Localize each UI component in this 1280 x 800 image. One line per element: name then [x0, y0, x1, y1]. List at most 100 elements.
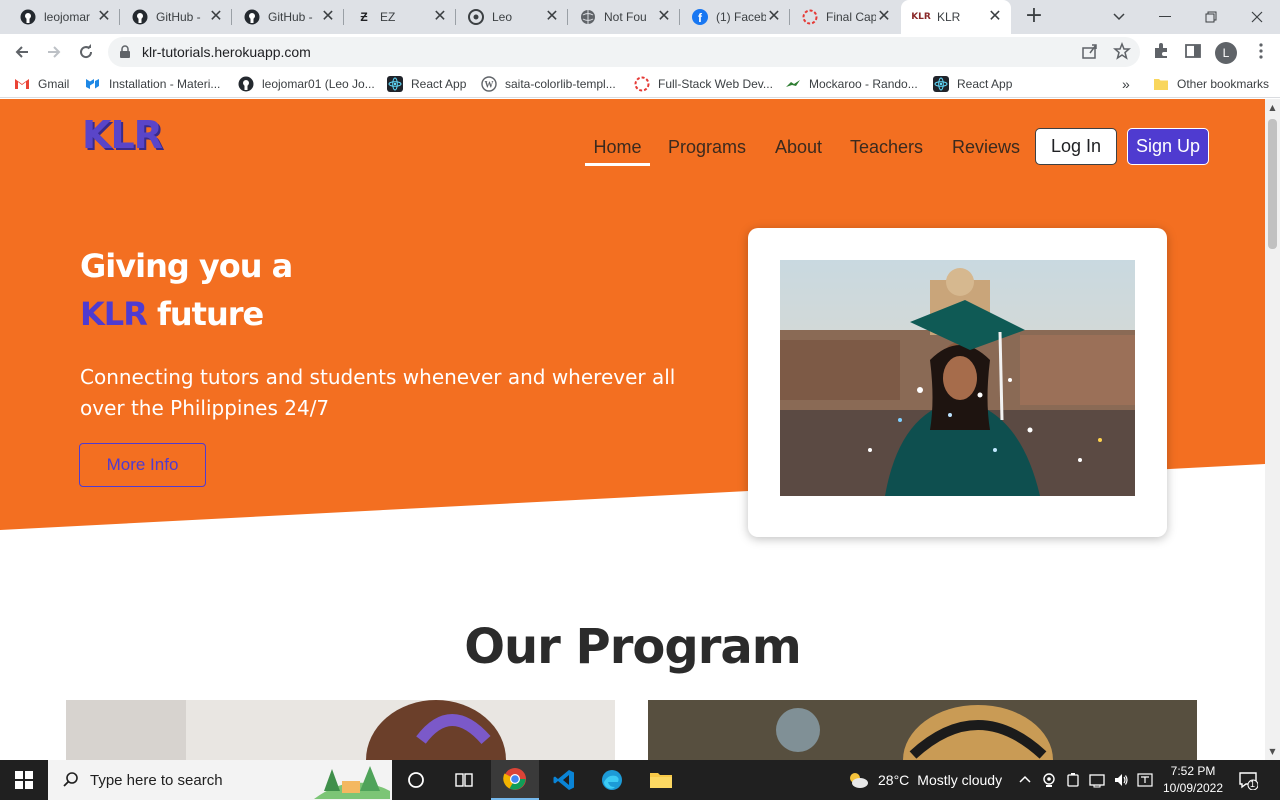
search-highlight-illustration: [314, 766, 390, 799]
more-info-button[interactable]: More Info: [79, 443, 206, 487]
bookmark-star-icon[interactable]: [1113, 41, 1133, 62]
weather-widget[interactable]: 28°C Mostly cloudy: [846, 760, 1002, 800]
loading-icon: [802, 9, 818, 25]
tab-7[interactable]: f (1) Faceb ✕: [680, 0, 790, 34]
nav-home[interactable]: Home: [585, 128, 650, 166]
signup-button[interactable]: Sign Up: [1127, 128, 1209, 165]
close-icon[interactable]: ✕: [656, 9, 672, 25]
klr-icon: KLR: [911, 12, 931, 22]
bookmarks-bar: Gmail Installation - Materi... leojomar0…: [0, 70, 1280, 98]
program-card-image-2[interactable]: [648, 700, 1197, 760]
close-icon[interactable]: ✕: [766, 9, 782, 25]
tab-klr-active[interactable]: KLR KLR ✕: [901, 0, 1011, 34]
close-icon[interactable]: ✕: [208, 9, 224, 25]
bookmark-react-app-1[interactable]: React App: [387, 75, 466, 93]
chrome-icon: [503, 768, 526, 790]
tab-title: EZ: [380, 10, 396, 24]
bookmark-react-app-2[interactable]: React App: [933, 75, 1012, 93]
bookmark-fullstack[interactable]: Full-Stack Web Dev...: [634, 75, 773, 93]
task-view-icon-button[interactable]: [440, 760, 488, 800]
webcam-icon[interactable]: [1040, 772, 1058, 788]
bookmark-label: Gmail: [38, 77, 70, 91]
new-tab-button[interactable]: +: [1022, 5, 1046, 29]
tab-title: leojomar: [44, 10, 91, 24]
bookmark-mockaroo[interactable]: Mockaroo - Rando...: [785, 75, 918, 93]
close-icon[interactable]: ✕: [987, 9, 1003, 25]
taskbar-clock[interactable]: 7:52 PM 10/09/2022: [1158, 763, 1228, 797]
bookmark-saita[interactable]: W saita-colorlib-templ...: [481, 75, 616, 93]
taskbar-vscode[interactable]: [540, 760, 588, 800]
weather-text: Mostly cloudy: [917, 772, 1003, 788]
other-bookmarks[interactable]: Other bookmarks: [1153, 75, 1269, 93]
task-view-button[interactable]: [392, 760, 440, 800]
tab-3[interactable]: GitHub - ✕: [232, 0, 344, 34]
bookmark-mui[interactable]: Installation - Materi...: [85, 75, 220, 93]
nav-teachers[interactable]: Teachers: [850, 128, 923, 166]
extensions-icon[interactable]: [1152, 42, 1172, 62]
taskbar-file-explorer[interactable]: [637, 760, 685, 800]
battery-icon[interactable]: [1064, 772, 1082, 788]
tab-title: Final Cap: [826, 10, 876, 24]
start-button[interactable]: [0, 760, 48, 800]
bookmark-gmail[interactable]: Gmail: [14, 75, 69, 93]
more-bookmarks-button[interactable]: »: [1122, 75, 1130, 93]
side-panel-icon[interactable]: [1184, 42, 1204, 62]
github-icon: [132, 9, 148, 25]
tab-1[interactable]: leojomar ✕: [8, 0, 120, 34]
close-icon[interactable]: ✕: [876, 9, 892, 25]
arrow-left-icon: [15, 46, 28, 58]
scroll-up-icon[interactable]: ▲: [1268, 103, 1277, 112]
scrollbar-thumb[interactable]: [1268, 119, 1277, 249]
reload-button[interactable]: [72, 38, 100, 66]
page-scrollbar[interactable]: ▲ ▼: [1265, 99, 1280, 760]
wordpress-icon: W: [481, 76, 497, 92]
more-menu-icon[interactable]: [1252, 42, 1272, 62]
program-card-image-1[interactable]: [66, 700, 615, 760]
bookmark-github[interactable]: leojomar01 (Leo Jo...: [238, 75, 375, 93]
folder-icon: [650, 773, 672, 788]
tab-title: Not Fou: [604, 10, 647, 24]
volume-icon[interactable]: [1112, 772, 1130, 788]
loading-icon: [634, 76, 650, 92]
arrow-right-icon: [48, 46, 61, 58]
chevron-up-icon[interactable]: [1016, 772, 1034, 788]
tab-6[interactable]: Not Fou ✕: [568, 0, 680, 34]
tab-search-button[interactable]: [1096, 0, 1142, 34]
scroll-down-icon[interactable]: ▼: [1268, 747, 1277, 756]
close-window-button[interactable]: [1234, 0, 1280, 34]
tab-2[interactable]: GitHub - ✕: [120, 0, 232, 34]
taskbar-search-box[interactable]: Type here to search: [48, 760, 392, 800]
cortana-icon: [408, 772, 424, 788]
taskbar-chrome[interactable]: [491, 760, 539, 800]
network-icon[interactable]: [1088, 772, 1106, 788]
notification-count: 1: [1250, 779, 1256, 789]
back-button[interactable]: [8, 38, 36, 66]
restore-button[interactable]: [1188, 0, 1234, 34]
share-icon[interactable]: [1081, 42, 1101, 62]
weather-temp: 28°C: [878, 772, 910, 788]
tab-4[interactable]: Ƶ EZ ✕: [344, 0, 456, 34]
tab-8[interactable]: Final Cap ✕: [790, 0, 900, 34]
klr-logo[interactable]: KLR: [82, 113, 163, 157]
hero-accent-text: KLR: [80, 295, 148, 333]
close-icon[interactable]: ✕: [320, 9, 336, 25]
profile-avatar[interactable]: L: [1215, 42, 1237, 64]
url-text: klr-tutorials.herokuapp.com: [142, 44, 311, 60]
minimize-button[interactable]: [1142, 0, 1188, 34]
close-icon[interactable]: ✕: [432, 9, 448, 25]
nav-about[interactable]: About: [775, 128, 822, 166]
address-bar[interactable]: klr-tutorials.herokuapp.com: [108, 37, 1140, 67]
close-icon[interactable]: ✕: [544, 9, 560, 25]
login-button[interactable]: Log In: [1035, 128, 1117, 165]
tab-5[interactable]: Leo ✕: [456, 0, 568, 34]
other-bookmarks-label: Other bookmarks: [1177, 77, 1270, 91]
nav-reviews[interactable]: Reviews: [952, 128, 1020, 166]
language-icon[interactable]: [1136, 772, 1154, 788]
close-icon[interactable]: ✕: [96, 9, 112, 25]
folder-icon: [1153, 76, 1169, 92]
forward-button[interactable]: [40, 38, 68, 66]
bookmark-label: leojomar01 (Leo Jo...: [262, 77, 375, 91]
notification-center-button[interactable]: 1: [1238, 770, 1260, 791]
nav-programs[interactable]: Programs: [668, 128, 746, 166]
taskbar-edge[interactable]: [588, 760, 636, 800]
